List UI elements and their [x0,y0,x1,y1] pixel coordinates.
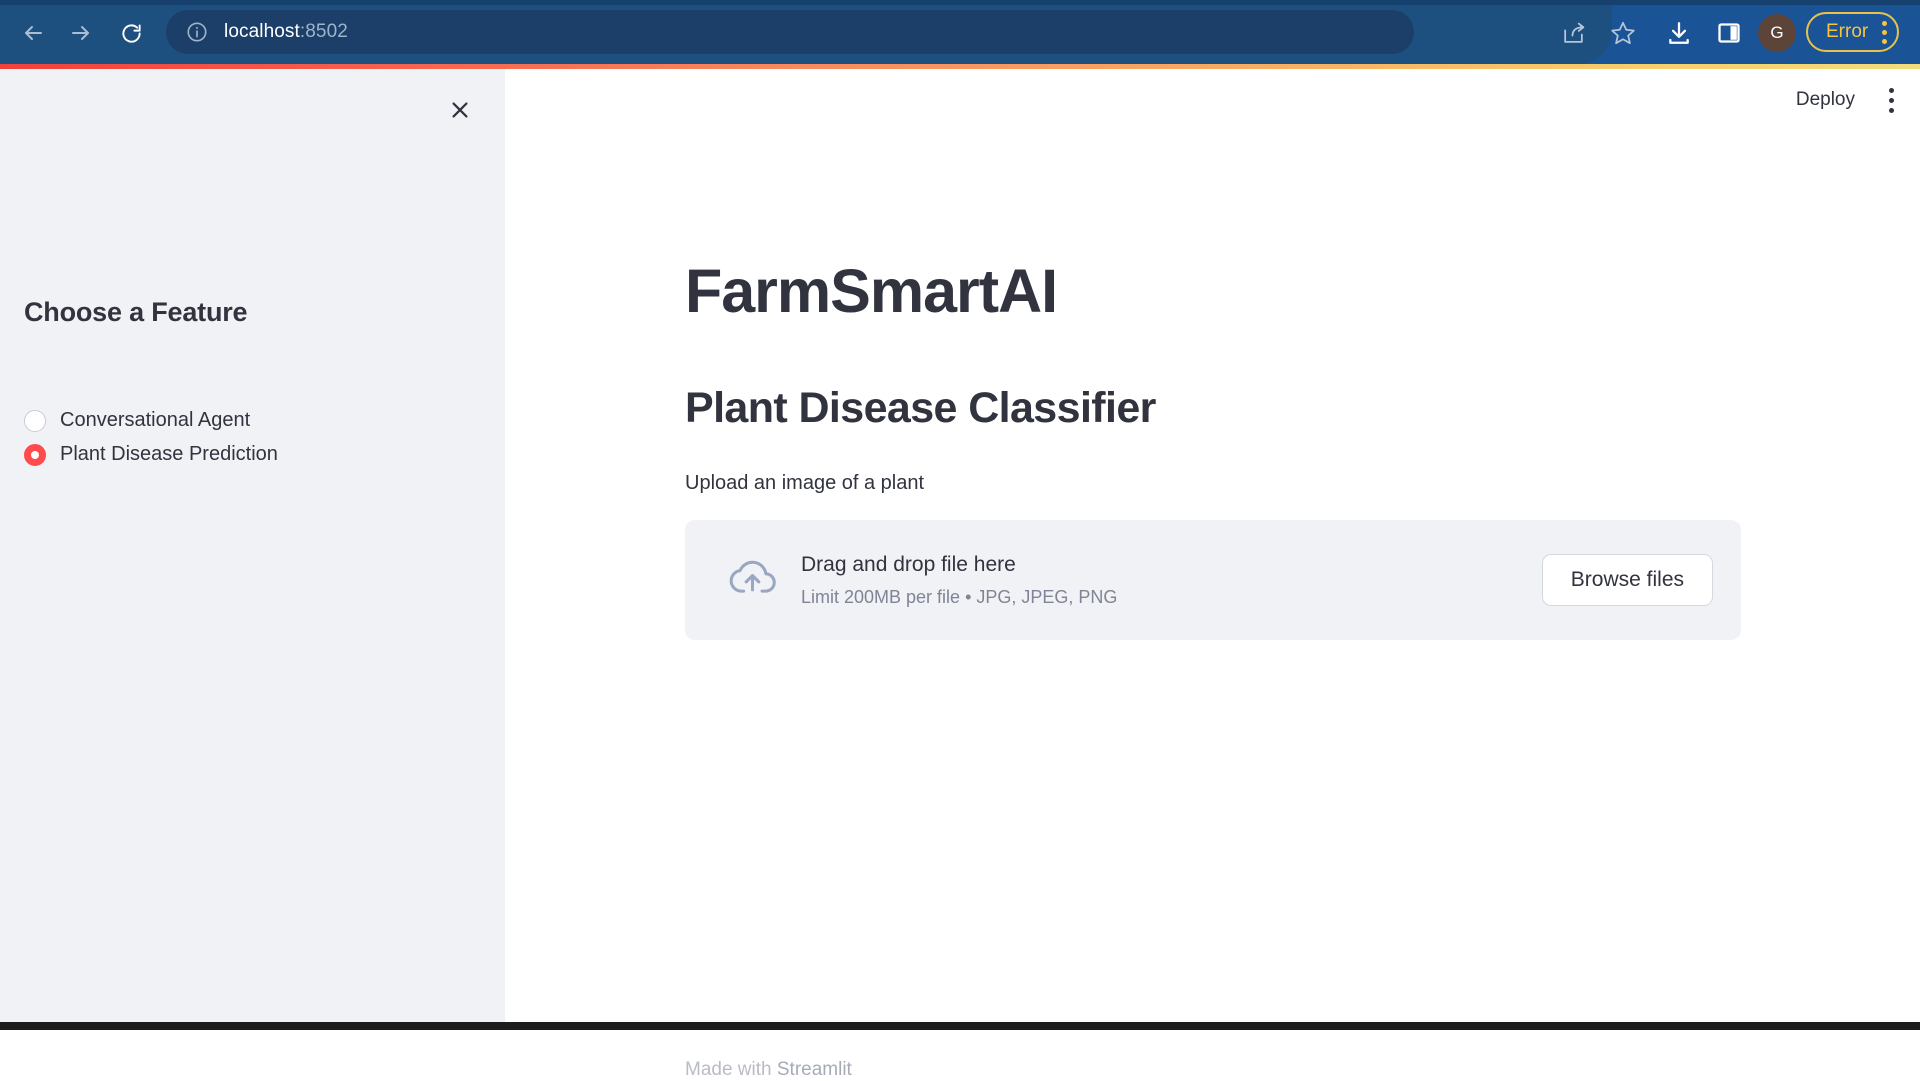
streamlit-progress-bar [0,64,1920,69]
dropzone-primary-text: Drag and drop file here [801,553,1542,577]
dropzone-limit-text: Limit 200MB per file • JPG, JPEG, PNG [801,587,1542,608]
deploy-button[interactable]: Deploy [1796,89,1855,111]
download-icon [1666,20,1692,46]
error-status-badge[interactable]: Error [1806,12,1899,52]
url-port: :8502 [300,21,348,42]
file-uploader-label: Upload an image of a plant [685,472,1745,495]
radio-label: Plant Disease Prediction [60,443,278,466]
side-panel-button[interactable] [1708,12,1750,54]
file-uploader-dropzone[interactable]: Drag and drop file here Limit 200MB per … [685,520,1741,640]
app-viewport: Choose a Feature Conversational Agent Pl… [0,69,1920,1024]
downloads-button[interactable] [1658,12,1700,54]
share-icon [1561,21,1586,46]
share-button[interactable] [1552,12,1594,54]
content-column: FarmSmartAI Plant Disease Classifier Upl… [685,69,1745,640]
sidebar-title: Choose a Feature [24,297,247,328]
back-button[interactable] [12,12,54,54]
page-title: FarmSmartAI [685,259,1745,323]
arrow-right-icon [69,21,93,45]
sidebar-close-button[interactable] [441,91,479,129]
radio-indicator-off[interactable] [24,410,46,432]
radio-indicator-on[interactable] [24,444,46,466]
app-toolbar: Deploy [1796,69,1894,131]
os-bottom-bar [0,1022,1920,1030]
app-menu-button[interactable] [1889,88,1894,113]
main-content: Deploy FarmSmartAI Plant Disease Classif… [505,69,1920,1024]
chrome-menu-button[interactable] [1882,21,1887,44]
url-text: localhost:8502 [224,21,348,43]
bookmark-button[interactable] [1602,12,1644,54]
side-panel-icon [1717,21,1741,45]
cloud-upload-icon [721,552,777,608]
star-icon [1610,20,1636,46]
reload-icon [120,22,143,45]
forward-button[interactable] [60,12,102,54]
profile-avatar[interactable]: G [1758,14,1796,52]
arrow-left-icon [21,21,45,45]
error-label: Error [1826,21,1868,43]
radio-option-plant-disease-prediction[interactable]: Plant Disease Prediction [24,443,278,466]
sidebar: Choose a Feature Conversational Agent Pl… [0,69,505,1024]
section-title: Plant Disease Classifier [685,385,1745,432]
browser-chrome: localhost:8502 G Error [0,0,1920,64]
dropzone-text-block: Drag and drop file here Limit 200MB per … [801,553,1542,608]
url-host: localhost [224,21,300,42]
browse-files-button[interactable]: Browse files [1542,554,1713,606]
address-bar[interactable]: localhost:8502 [166,10,1414,54]
footer-prefix: Made with [685,1059,777,1080]
reload-button[interactable] [110,12,152,54]
close-icon [449,99,471,121]
chrome-top-strip [0,0,1920,5]
info-circle-icon[interactable] [186,21,208,43]
profile-initial: G [1770,23,1783,43]
radio-option-conversational-agent[interactable]: Conversational Agent [24,409,278,432]
footer-credit: Made with Streamlit [685,1059,852,1081]
feature-radio-group[interactable]: Conversational Agent Plant Disease Predi… [24,409,278,466]
streamlit-link[interactable]: Streamlit [777,1059,852,1080]
radio-label: Conversational Agent [60,409,250,432]
